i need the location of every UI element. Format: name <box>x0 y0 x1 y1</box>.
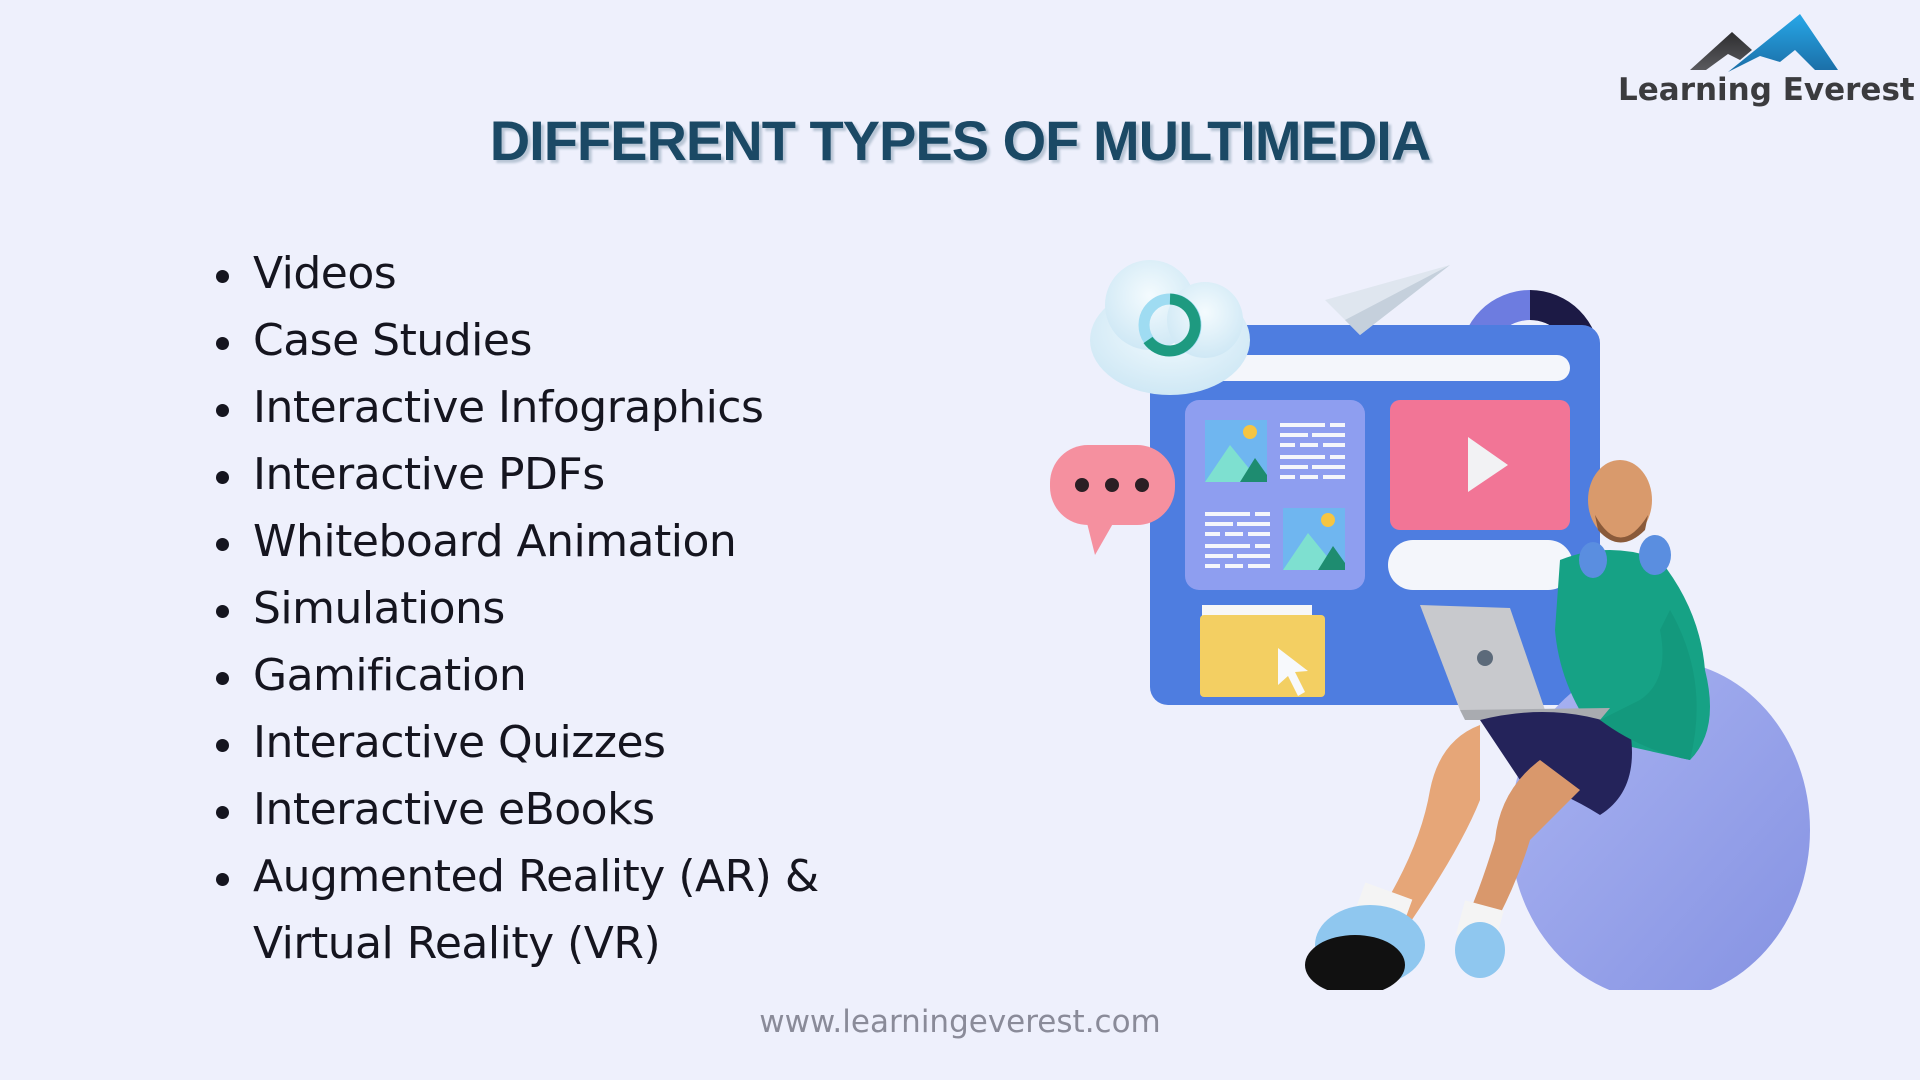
list-item: Simulations <box>210 575 819 642</box>
bullet-icon <box>216 270 229 283</box>
list-item: Gamification <box>210 642 819 709</box>
list-item: Interactive eBooks <box>210 776 819 843</box>
mountain-icon <box>1690 14 1838 72</box>
list-item-label: Interactive Infographics <box>253 382 764 433</box>
bullet-icon <box>216 404 229 417</box>
list-item: Interactive Infographics <box>210 374 819 441</box>
list-item: Whiteboard Animation <box>210 508 819 575</box>
multimedia-illustration <box>1040 230 1880 1000</box>
bullet-icon <box>216 605 229 618</box>
folder-icon <box>1200 605 1325 697</box>
list-item-label: Simulations <box>253 583 505 634</box>
image-icon <box>1283 508 1345 570</box>
logo-text: Learning Everest <box>1618 72 1915 108</box>
list-item-label: Augmented Reality (AR) & <box>253 851 819 902</box>
bullet-icon <box>216 538 229 551</box>
list-item-label: Whiteboard Animation <box>253 516 737 567</box>
list-item-label: Interactive PDFs <box>253 449 605 500</box>
bullet-icon <box>216 873 229 886</box>
list-item-label-continuation: Virtual Reality (VR) <box>253 918 661 969</box>
bullet-icon <box>216 471 229 484</box>
list-item-label: Videos <box>253 248 397 299</box>
list-item: Videos <box>210 240 819 307</box>
bullet-icon <box>216 739 229 752</box>
bullet-icon <box>216 337 229 350</box>
image-icon <box>1205 420 1267 482</box>
list-item: Interactive PDFs <box>210 441 819 508</box>
cloud-donut-icon <box>1090 260 1250 395</box>
list-item-label: Interactive eBooks <box>253 784 655 835</box>
page-title-text: DIFFERENT TYPES OF MULTIMEDIA <box>489 109 1432 172</box>
website-url[interactable]: www.learningeverest.com <box>0 1004 1920 1040</box>
brand-logo[interactable]: Learning Everest <box>1610 10 1915 110</box>
paper-plane-icon <box>1325 265 1450 335</box>
list-item-label: Case Studies <box>253 315 532 366</box>
video-play-icon <box>1390 400 1570 530</box>
list-item-label: Interactive Quizzes <box>253 717 666 768</box>
page-title: DIFFERENT TYPES OF MULTIMEDIA <box>0 108 1920 173</box>
multimedia-types-list: Videos Case Studies Interactive Infograp… <box>210 240 819 977</box>
bullet-icon <box>216 806 229 819</box>
list-item: Augmented Reality (AR) & Virtual Reality … <box>210 843 819 977</box>
list-item: Interactive Quizzes <box>210 709 819 776</box>
bullet-icon <box>216 672 229 685</box>
list-item: Case Studies <box>210 307 819 374</box>
list-item-label: Gamification <box>253 650 527 701</box>
